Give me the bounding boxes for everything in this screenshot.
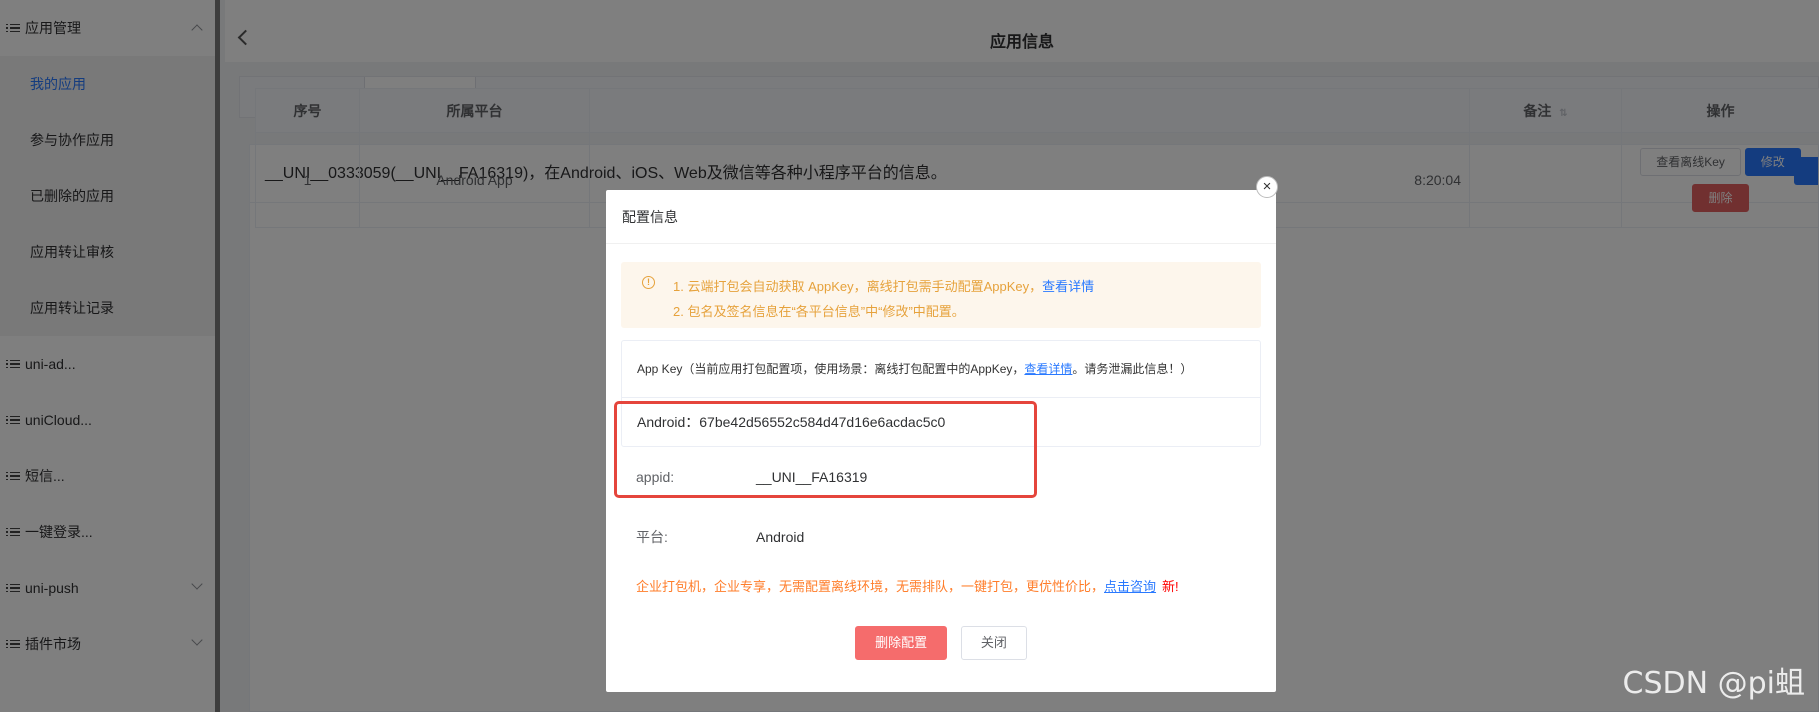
promo-new-badge: 新! [1162, 579, 1179, 594]
app-key-header-tail: 。请务泄漏此信息！） [1072, 362, 1193, 376]
notice-line-2: 2. 包名及签名信息在“各平台信息”中“修改”中配置。 [673, 304, 965, 319]
watermark: CSDN @pi蛆 [1622, 666, 1805, 701]
promo-text: 企业打包机，企业专享，无需配置离线环境，无需排队，一键打包，更优性价比， [636, 579, 1105, 594]
dialog-actions: 删除配置 关闭 [606, 626, 1276, 660]
notice-details-link[interactable]: 查看详情 [1042, 279, 1094, 294]
dialog-title: 配置信息 [606, 190, 1276, 244]
annotation-highlight-box [614, 401, 1037, 498]
close-button[interactable]: 关闭 [960, 626, 1027, 660]
app-key-details-link[interactable]: 查看详情 [1024, 362, 1072, 376]
notice-line-1: 1. 云端打包会自动获取 AppKey，离线打包需手动配置AppKey，查看详情 [641, 274, 1261, 299]
notice-box: ! 1. 云端打包会自动获取 AppKey，离线打包需手动配置AppKey，查看… [621, 262, 1261, 328]
app-key-header: App Key（当前应用打包配置项，使用场景：离线打包配置中的AppKey，查看… [622, 341, 1260, 398]
promo-line: 企业打包机，企业专享，无需配置离线环境，无需排队，一键打包，更优性价比，点击咨询… [636, 576, 1179, 595]
delete-config-button[interactable]: 删除配置 [855, 626, 948, 660]
promo-consult-link[interactable]: 点击咨询 [1104, 579, 1156, 594]
app-key-header-text: App Key（当前应用打包配置项，使用场景：离线打包配置中的AppKey， [637, 362, 1025, 376]
platform-label: 平台: [636, 529, 668, 545]
info-icon: ! [642, 276, 655, 289]
platform-row: 平台: Android [636, 527, 804, 547]
notice-line-1-text: 1. 云端打包会自动获取 AppKey，离线打包需手动配置AppKey， [673, 279, 1043, 294]
platform-value: Android [756, 529, 805, 545]
close-icon[interactable]: × [1256, 176, 1278, 198]
